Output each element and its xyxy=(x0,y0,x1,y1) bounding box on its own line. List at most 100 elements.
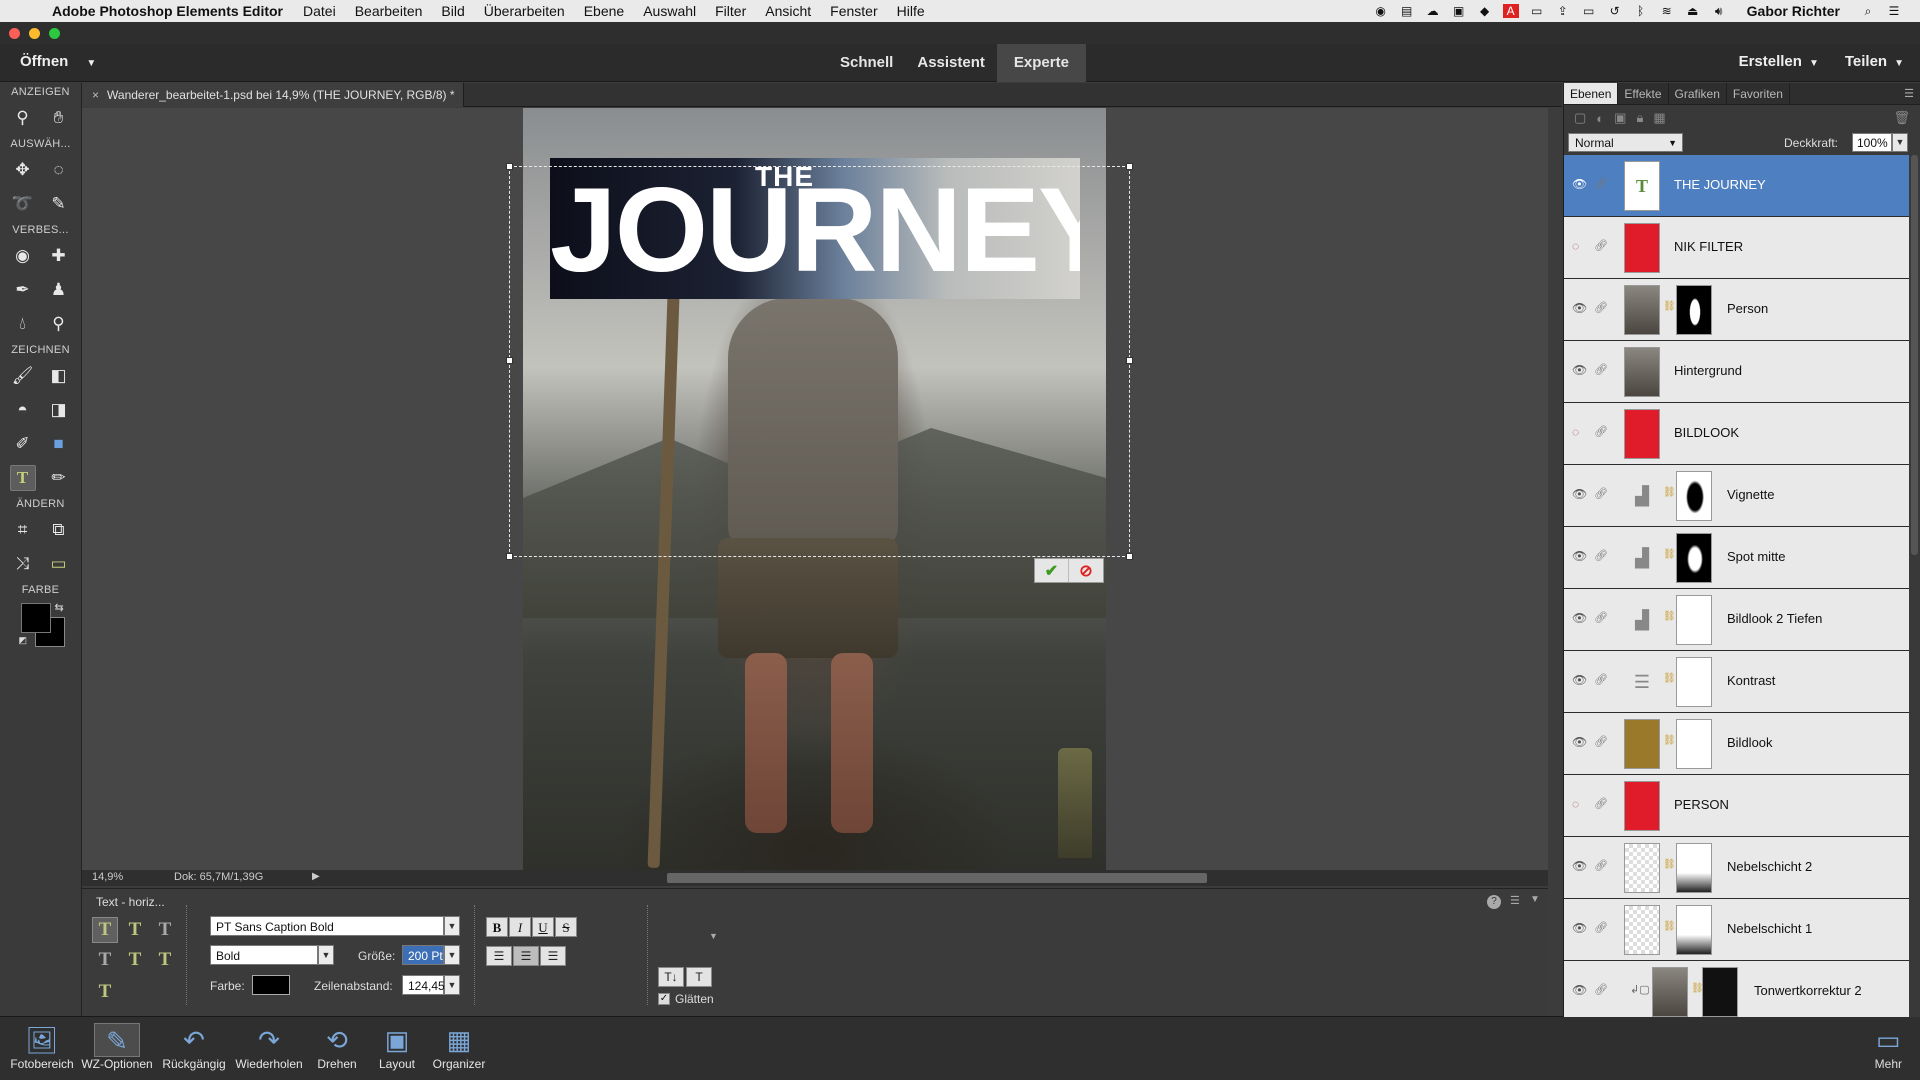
link-icon[interactable]: 🔗︎ xyxy=(1594,239,1608,252)
collapse-options-icon[interactable]: ▼ xyxy=(1530,894,1540,905)
link-icon[interactable]: 🔗︎ xyxy=(1594,859,1608,872)
lock-all-icon[interactable]: 🔒︎ xyxy=(1636,110,1643,126)
airplay-icon[interactable]: ▭ xyxy=(1581,4,1597,18)
underline-button[interactable]: U xyxy=(532,917,554,937)
camera-icon[interactable]: ▣ xyxy=(1451,4,1467,18)
eye-icon[interactable]: 👁︎ xyxy=(1572,363,1588,377)
marquee-tool-icon[interactable]: ◌ xyxy=(46,157,72,183)
menu-ansicht[interactable]: Ansicht xyxy=(765,3,811,19)
style-dropdown-icon[interactable]: ▼ xyxy=(709,931,718,941)
app-name-menu[interactable]: Adobe Photoshop Elements Editor xyxy=(52,3,283,19)
upload-icon[interactable]: ⇪ xyxy=(1555,4,1571,18)
chain-icon[interactable]: ⛓︎ xyxy=(1663,611,1676,622)
eye-hidden-icon[interactable]: ◌ xyxy=(1572,797,1588,811)
status-menu-arrow-icon[interactable]: ▶ xyxy=(312,871,320,882)
more-button[interactable]: ▭ Mehr xyxy=(1875,1023,1902,1071)
transform-handle-e[interactable] xyxy=(1126,357,1133,364)
red-eye-tool-icon[interactable]: ◉ xyxy=(10,243,36,269)
font-size-dropdown-icon[interactable]: ▼ xyxy=(444,945,460,965)
text-color-swatch[interactable] xyxy=(252,975,290,995)
delete-layer-icon[interactable]: 🗑︎ xyxy=(1893,110,1920,126)
smart-brush-tool-icon[interactable]: ✒ xyxy=(10,277,36,303)
antialias-checkbox[interactable]: ✓ xyxy=(658,993,670,1005)
canvas-area[interactable]: JOURNEY THE ✔ ⊘ xyxy=(82,108,1548,870)
mode-expert[interactable]: Experte xyxy=(996,44,1086,82)
link-icon[interactable]: 🔗︎ xyxy=(1594,735,1608,748)
bold-button[interactable]: B xyxy=(486,917,508,937)
help-icon[interactable]: ? xyxy=(1487,895,1501,909)
layer-row[interactable]: 👁︎ 🔗︎ Hintergrund xyxy=(1564,341,1909,403)
transform-handle-sw[interactable] xyxy=(506,553,513,560)
volume-icon[interactable]: 🔊︎ xyxy=(1711,4,1727,18)
lock-transparency-icon[interactable]: ▦ xyxy=(1653,110,1665,126)
eject-icon[interactable]: ⏏ xyxy=(1685,4,1701,18)
zoom-window-icon[interactable] xyxy=(49,28,60,39)
paint-bucket-tool-icon[interactable]: ◓ xyxy=(10,397,36,423)
leading-dropdown-icon[interactable]: ▼ xyxy=(444,975,460,995)
layers-scrollbar[interactable] xyxy=(1911,155,1918,555)
foreground-color-swatch[interactable] xyxy=(20,603,51,633)
link-icon[interactable]: 🔗︎ xyxy=(1594,363,1608,376)
layer-row[interactable]: 👁︎ 🔗︎ ⛓︎ Nebelschicht 2 xyxy=(1564,837,1909,899)
swap-colors-icon[interactable]: ⇆ xyxy=(55,601,64,614)
cloud-icon[interactable]: ☁ xyxy=(1425,4,1441,18)
recompose-tool-icon[interactable]: ⧉ xyxy=(46,517,72,543)
eye-icon[interactable]: 👁︎ xyxy=(1572,301,1588,315)
blur-tool-icon[interactable]: 💧︎ xyxy=(10,311,36,337)
menu-filter[interactable]: Filter xyxy=(715,3,746,19)
text-on-path-icon[interactable]: T xyxy=(92,947,118,973)
share-button[interactable]: Teilen ▼ xyxy=(1845,53,1904,70)
layer-row[interactable]: 👁︎ 🔗︎ ⛓︎ Person xyxy=(1564,279,1909,341)
layer-row[interactable]: 👁︎ 🔗︎ ▟ ⛓︎ Bildlook 2 Tiefen xyxy=(1564,589,1909,651)
layer-row[interactable]: ◌ 🔗︎ PERSON xyxy=(1564,775,1909,837)
redo-button[interactable]: ↷ Wiederholen xyxy=(232,1023,306,1071)
menu-fenster[interactable]: Fenster xyxy=(830,3,877,19)
link-icon[interactable]: 🔗︎ xyxy=(1594,611,1608,624)
text-on-selection-icon[interactable]: T xyxy=(122,947,148,973)
content-aware-move-tool-icon[interactable]: ⤨ xyxy=(10,551,36,577)
menu-ebene[interactable]: Ebene xyxy=(584,3,624,19)
crop-tool-icon[interactable]: ⌗ xyxy=(10,517,36,543)
adobe-icon[interactable]: A xyxy=(1502,4,1519,18)
menu-bearbeiten[interactable]: Bearbeiten xyxy=(355,3,423,19)
chain-icon[interactable]: ⛓︎ xyxy=(1663,921,1676,932)
link-icon[interactable]: 🔗︎ xyxy=(1594,673,1608,686)
eye-icon[interactable]: 👁︎ xyxy=(1572,673,1588,687)
link-icon[interactable]: 🔗︎ xyxy=(1594,983,1608,996)
brush-tool-icon[interactable]: 🖌︎ xyxy=(10,363,36,389)
options-menu-icon[interactable]: ☰ xyxy=(1510,894,1520,907)
cancel-icon[interactable]: ⊘ xyxy=(1069,559,1103,582)
eye-icon[interactable]: 👁︎ xyxy=(1572,549,1588,563)
mode-guided[interactable]: Assistent xyxy=(905,44,997,82)
eye-icon[interactable]: 👁︎ xyxy=(1572,735,1588,749)
layer-row[interactable]: 👁︎ 🔗︎ ☰ ⛓︎ Kontrast xyxy=(1564,651,1909,713)
eye-hidden-icon[interactable]: ◌ xyxy=(1572,239,1588,253)
eye-icon[interactable]: 👁︎ xyxy=(1572,177,1588,191)
chain-icon[interactable]: ⛓︎ xyxy=(1663,301,1676,312)
shape-tool-icon[interactable]: ■ xyxy=(46,431,72,457)
link-icon[interactable]: 🔗︎ xyxy=(1594,921,1608,934)
eye-hidden-icon[interactable]: ◌ xyxy=(1572,425,1588,439)
layer-row[interactable]: ◌ 🔗︎ BILDLOOK xyxy=(1564,403,1909,465)
layer-row[interactable]: ◌ 🔗︎ NIK FILTER xyxy=(1564,217,1909,279)
chain-icon[interactable]: ⛓︎ xyxy=(1663,549,1676,560)
display-icon[interactable]: ▭ xyxy=(1529,4,1545,18)
font-size-field[interactable]: 200 Pt xyxy=(402,945,444,965)
text-orientation-icon[interactable]: T↓ xyxy=(658,967,684,987)
clone-stamp-tool-icon[interactable]: ♟ xyxy=(46,277,72,303)
tab-layers[interactable]: Ebenen xyxy=(1564,83,1619,104)
adjustment-layer-icon[interactable]: ◐ xyxy=(1596,111,1604,126)
user-name[interactable]: Gabor Richter xyxy=(1747,3,1840,19)
layer-row[interactable]: 👁︎ 🔗︎ T THE JOURNEY xyxy=(1564,155,1909,217)
layer-row[interactable]: 👁︎ 🔗︎ ▟ ⛓︎ Vignette xyxy=(1564,465,1909,527)
default-colors-icon[interactable]: ◩ xyxy=(19,635,28,646)
zoom-tool-icon[interactable]: ⚲ xyxy=(10,105,36,131)
opacity-dropdown-icon[interactable]: ▼ xyxy=(1892,133,1908,152)
wifi-icon[interactable]: ≋ xyxy=(1659,4,1675,18)
layer-row[interactable]: 👁︎ 🔗︎ ▟ ⛓︎ Spot mitte xyxy=(1564,527,1909,589)
layer-row[interactable]: 👁︎ 🔗︎ ⛓︎ Nebelschicht 1 xyxy=(1564,899,1909,961)
undo-button[interactable]: ↶ Rückgängig xyxy=(160,1023,228,1071)
bluetooth-icon[interactable]: ᛒ xyxy=(1633,4,1649,18)
transform-handle-se[interactable] xyxy=(1126,553,1133,560)
type-tool-icon[interactable]: T xyxy=(9,465,36,491)
